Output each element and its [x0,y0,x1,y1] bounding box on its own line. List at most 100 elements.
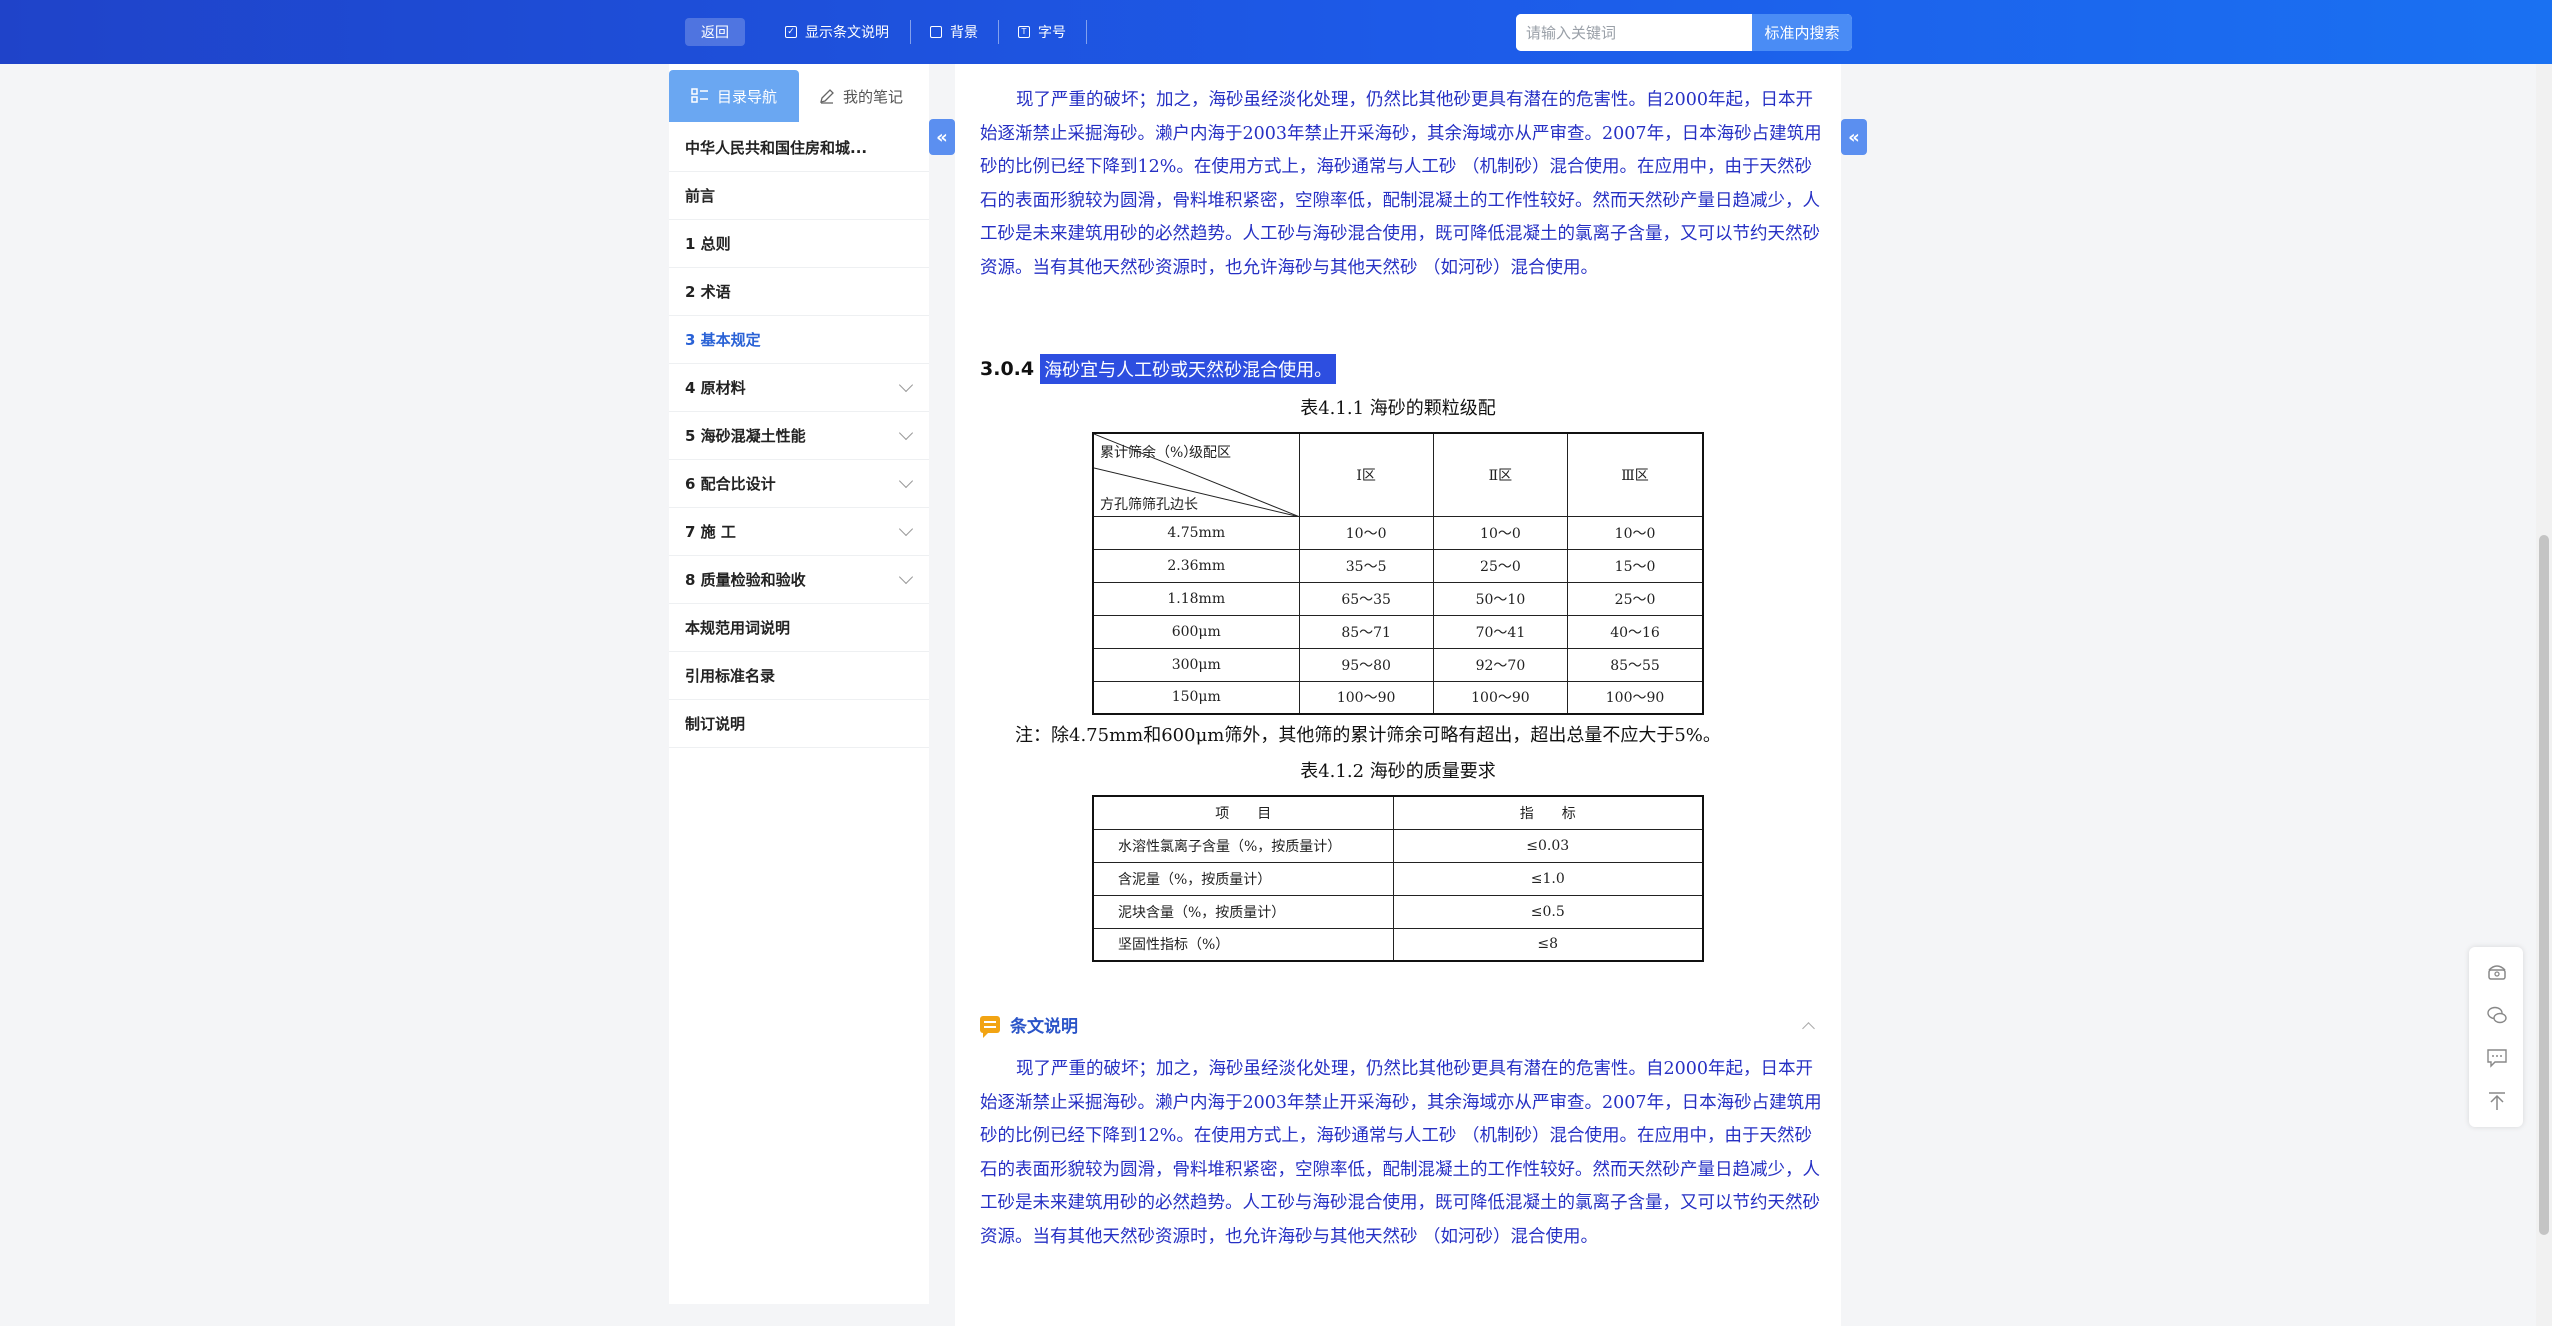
show-explain-toggle[interactable]: ✓ 显示条文说明 [785,22,889,42]
sidebar-item-label: 7 施 工 [685,523,736,541]
table-row: 泥块含量（%，按质量计） ≤0.5 [1092,894,1704,929]
table-row: 水溶性氯离子含量（%，按质量计） ≤0.03 [1092,828,1704,863]
search-input[interactable] [1516,14,1752,51]
sidebar-item-label: 6 配合比设计 [685,475,776,493]
sidebar-item[interactable]: 8 质量检验和验收 [669,556,929,604]
chevron-down-icon[interactable] [898,569,914,585]
background-option[interactable]: 背景 [930,22,978,42]
table-row: 600μm 85～71 70～41 40～16 [1092,614,1704,649]
quality-index-cell: ≤0.03 [1392,828,1704,863]
grading-cell: 10～0 [1432,515,1569,550]
grading-cell: 50～10 [1432,581,1569,616]
sidebar-item-label: 引用标准名录 [685,667,776,685]
collapse-left-button[interactable]: « [929,119,955,155]
table1-col-header: Ⅲ区 [1567,432,1704,517]
table1-caption: 表4.1.1 海砂的颗粒级配 [1300,398,1496,419]
quality-index-cell: ≤8 [1392,927,1704,962]
sidebar-item-label: 5 海砂混凝土性能 [685,427,806,445]
table-row: 4.75mm 10～0 10～0 10～0 [1092,515,1704,550]
grading-cell: 100～90 [1432,680,1569,715]
table-row: 300μm 95～80 92～70 85～55 [1092,647,1704,682]
sidebar-item-label: 制订说明 [685,715,746,733]
collapse-right-button[interactable]: « [1841,119,1867,155]
sidebar-item[interactable]: 5 海砂混凝土性能 [669,412,929,460]
diag-zone-label: 级配区 [1189,445,1231,461]
grading-cell: 15～0 [1567,548,1704,583]
sidebar-item[interactable]: 6 配合比设计 [669,460,929,508]
chevron-down-icon[interactable] [898,473,914,489]
quality-item-cell: 坚固性指标（%） [1092,927,1394,962]
sieve-size-cell: 600μm [1092,614,1300,649]
table2-head-item: 项 目 [1092,795,1394,830]
sidebar-item[interactable]: 2 术语 [669,268,929,316]
back-to-top-icon[interactable] [2486,1090,2508,1112]
sieve-size-cell: 2.36mm [1092,548,1300,583]
collapse-section-chevron-icon[interactable] [1802,1022,1815,1035]
sidebar-item[interactable]: 3 基本规定 [669,316,929,364]
feedback-icon[interactable] [2486,1047,2508,1069]
clause-text: 海砂宜与人工砂或天然砂混合使用。 [1040,354,1337,384]
page-scrollbar-thumb[interactable] [2539,535,2549,1235]
diag-cumulative-label: 累计筛余（%） [1100,445,1198,461]
chevron-down-icon[interactable] [898,425,914,441]
table-row: 150μm 100～90 100～90 100～90 [1092,680,1704,715]
checkbox-icon: ✓ [785,26,797,38]
fontsize-option[interactable]: T 字号 [1018,22,1066,42]
sidebar-item[interactable]: 引用标准名录 [669,652,929,700]
explain-section-title: 条文说明 [1010,1017,1078,1037]
back-button[interactable]: 返回 [685,18,745,46]
sidebar-item[interactable]: 本规范用词说明 [669,604,929,652]
table-row: 2.36mm 35～5 25～0 15～0 [1092,548,1704,583]
table-row: 坚固性指标（%） ≤8 [1092,927,1704,962]
toolbar-divider [910,20,911,44]
grading-cell: 65～35 [1298,581,1434,616]
document-content: 现了严重的破坏；加之，海砂虽经淡化处理，仍然比其他砂更具有潜在的危害性。自200… [955,64,1841,1326]
quality-item-cell: 含泥量（%，按质量计） [1092,861,1394,896]
explain-section-header[interactable]: 条文说明 [980,1012,1078,1038]
diag-sieve-label: 方孔筛筛孔边长 [1100,497,1198,513]
table2-head-index: 指 标 [1392,795,1704,830]
background-icon [930,26,942,38]
grading-cell: 92～70 [1432,647,1569,682]
grading-cell: 10～0 [1567,515,1704,550]
table1-col-header: Ⅰ区 [1298,432,1434,517]
quality-item-cell: 泥块含量（%，按质量计） [1092,894,1394,929]
sidebar-item-label: 2 术语 [685,283,731,301]
wechat-icon[interactable] [2486,1004,2508,1026]
search-button[interactable]: 标准内搜索 [1752,14,1852,51]
grading-cell: 85～55 [1567,647,1704,682]
toolbar-divider [1086,20,1087,44]
grading-cell: 70～41 [1432,614,1569,649]
sidebar-item-label: 3 基本规定 [685,331,761,349]
table2-caption: 表4.1.2 海砂的质量要求 [1300,761,1496,782]
sidebar-item-label: 中华人民共和国住房和城... [685,139,868,157]
pencil-icon [820,89,834,104]
chevron-down-icon[interactable] [898,521,914,537]
quality-index-cell: ≤1.0 [1392,861,1704,896]
fontsize-icon: T [1018,26,1030,38]
customer-service-icon[interactable] [2486,961,2508,983]
sieve-size-cell: 4.75mm [1092,515,1300,550]
sieve-size-cell: 150μm [1092,680,1300,715]
fontsize-label: 字号 [1038,25,1066,41]
sidebar-item[interactable]: 中华人民共和国住房和城... [669,124,929,172]
sieve-size-cell: 300μm [1092,647,1300,682]
catalog-sidebar: 目录导航 我的笔记 中华人民共和国住房和城... 前言 1 总则 2 术语 3 基本规定… [669,64,929,1304]
chevron-down-icon[interactable] [898,377,914,393]
sidebar-item[interactable]: 1 总则 [669,220,929,268]
table1-diagonal-header: 累计筛余（%） 级配区 方孔筛筛孔边长 [1092,432,1300,517]
sidebar-item[interactable]: 制订说明 [669,700,929,748]
tab-notes[interactable]: 我的笔记 [819,70,929,122]
tab-catalog[interactable]: 目录导航 [669,70,799,122]
sidebar-item[interactable]: 7 施 工 [669,508,929,556]
sidebar-tabs: 目录导航 我的笔记 [669,70,929,122]
sidebar-item[interactable]: 4 原材料 [669,364,929,412]
sidebar-item-label: 8 质量检验和验收 [685,571,806,589]
grading-cell: 85～71 [1298,614,1434,649]
sidebar-item[interactable]: 前言 [669,172,929,220]
sieve-size-cell: 1.18mm [1092,581,1300,616]
grading-table: 累计筛余（%） 级配区 方孔筛筛孔边长 Ⅰ区 Ⅱ区 Ⅲ区 4.75mm 10～0 1… [1092,432,1704,715]
clause-number: 3.0.4 [980,358,1035,380]
search-box: 标准内搜索 [1516,14,1852,51]
toolbar-divider [998,20,999,44]
